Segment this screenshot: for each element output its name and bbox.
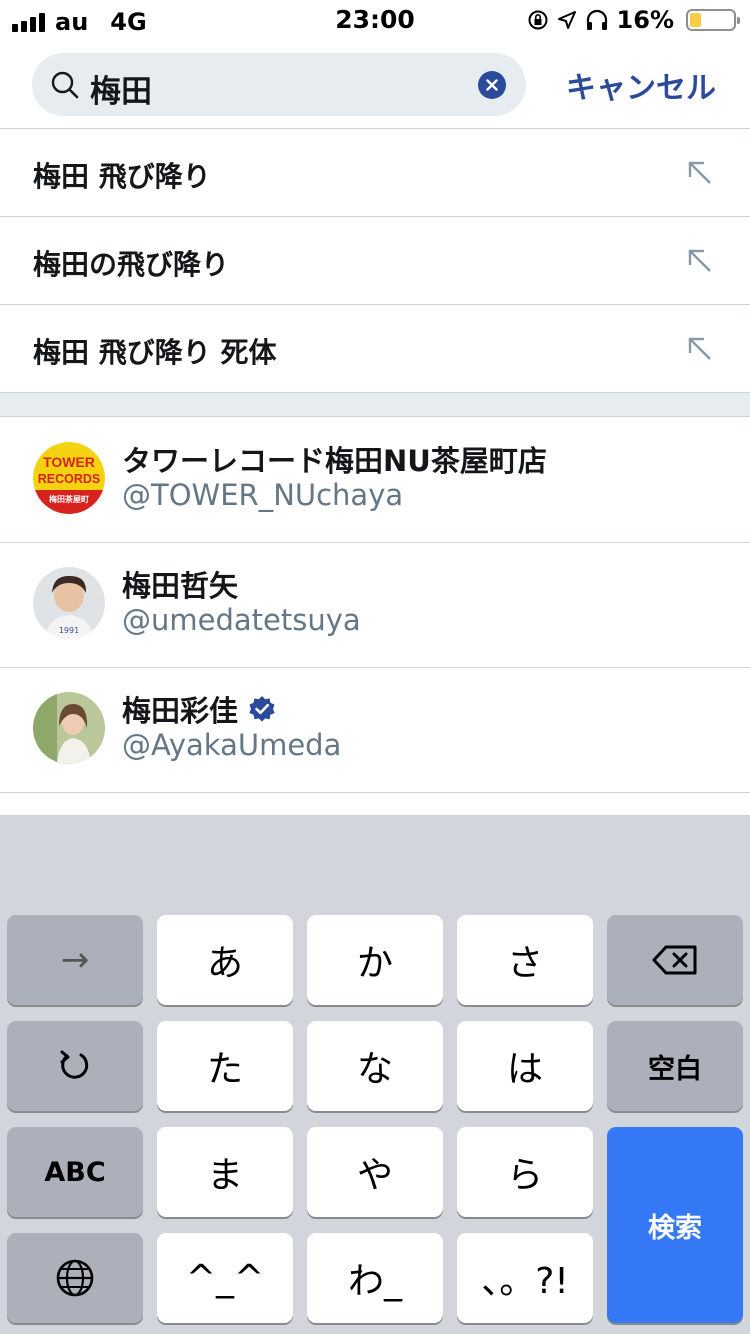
key-label: 検索 [648, 1212, 702, 1244]
space-key[interactable]: 空白 [607, 1021, 743, 1111]
arrow-key-label: → [60, 940, 90, 980]
status-bar: au 4G 23:00 16% [0, 0, 750, 40]
orientation-lock-icon [528, 10, 548, 30]
svg-text:1991: 1991 [59, 626, 79, 635]
search-key[interactable]: 検索 [607, 1127, 743, 1323]
avatar[interactable] [33, 692, 105, 764]
key-ya[interactable]: や [307, 1127, 443, 1217]
arrow-key[interactable]: → [7, 915, 143, 1005]
globe-key[interactable] [7, 1233, 143, 1323]
key-label: ABC [44, 1156, 106, 1188]
battery-icon [686, 9, 740, 31]
search-input[interactable]: 梅田 [32, 53, 526, 116]
tower-records-logo: TOWER RECORDS 梅田茶屋町 [33, 442, 105, 514]
user-result-row[interactable]: 1991 梅田哲矢 @umedatetsuya [0, 543, 750, 668]
user-result-row[interactable]: 梅田彩佳 @AyakaUmeda [0, 668, 750, 793]
user-handle: @umedatetsuya [122, 603, 361, 637]
suggestion-item[interactable]: 梅田 飛び降り [0, 129, 750, 217]
undo-icon [60, 1050, 89, 1079]
undo-key[interactable] [7, 1021, 143, 1111]
fill-query-arrow-icon[interactable] [686, 335, 714, 363]
avatar-photo: 1991 [33, 567, 105, 639]
close-icon [486, 79, 498, 91]
key-label: や [356, 1155, 393, 1196]
user-result-row[interactable]: TOWER RECORDS 梅田茶屋町 タワーレコード梅田NU茶屋町店 @TOW… [0, 418, 750, 543]
search-icon [51, 71, 79, 99]
suggestion-item[interactable]: 梅田 飛び降り 死体 [0, 305, 750, 393]
key-na[interactable]: な [307, 1021, 443, 1111]
globe-icon [56, 1259, 94, 1297]
key-label: さ [506, 943, 543, 984]
key-ka[interactable]: か [307, 915, 443, 1005]
user-display-name: 梅田彩佳 [122, 688, 276, 730]
svg-text:梅田茶屋町: 梅田茶屋町 [49, 494, 89, 504]
avatar[interactable]: TOWER RECORDS 梅田茶屋町 [33, 442, 105, 514]
suggestion-item[interactable]: 梅田の飛び降り [0, 217, 750, 305]
clear-search-button[interactable] [478, 71, 506, 99]
svg-text:TOWER: TOWER [43, 454, 95, 470]
key-sa[interactable]: さ [457, 915, 593, 1005]
search-query[interactable]: 梅田 [90, 66, 152, 111]
suggestion-text: 梅田 飛び降り 死体 [33, 336, 277, 369]
key-label: は [506, 1049, 543, 1090]
status-right: 16% [527, 6, 740, 34]
key-ra[interactable]: ら [457, 1127, 593, 1217]
key-label: な [356, 1049, 393, 1090]
section-separator [0, 393, 750, 417]
user-handle: @TOWER_NUchaya [122, 478, 404, 512]
key-label: 空白 [648, 1053, 702, 1085]
key-label: ま [206, 1155, 243, 1196]
svg-text:RECORDS: RECORDS [38, 472, 101, 486]
delete-key[interactable] [607, 915, 743, 1005]
key-wa[interactable]: わ_ [307, 1233, 443, 1323]
avatar[interactable]: 1991 [33, 567, 105, 639]
battery-percent: 16% [616, 6, 674, 34]
key-ha[interactable]: は [457, 1021, 593, 1111]
user-display-name: 梅田哲矢 [122, 569, 239, 603]
key-ma[interactable]: ま [157, 1127, 293, 1217]
cancel-button[interactable]: キャンセル [566, 63, 716, 107]
fill-query-arrow-icon[interactable] [686, 247, 714, 275]
headphones-icon [586, 9, 607, 30]
user-results: TOWER RECORDS 梅田茶屋町 タワーレコード梅田NU茶屋町店 @TOW… [0, 418, 750, 793]
key-punctuation[interactable]: 、。?! [457, 1233, 593, 1323]
key-emoticon[interactable]: ^_^ [157, 1233, 293, 1323]
verified-badge-icon [249, 696, 275, 722]
key-a[interactable]: あ [157, 915, 293, 1005]
location-icon [557, 11, 576, 29]
user-display-name: タワーレコード梅田NU茶屋町店 [122, 444, 547, 478]
fill-query-arrow-icon[interactable] [686, 159, 714, 187]
key-label: ^_^ [185, 1257, 265, 1299]
key-label: 、。?! [481, 1261, 569, 1302]
backspace-icon [652, 945, 697, 975]
key-label: あ [206, 943, 243, 984]
search-suggestions: 梅田 飛び降り 梅田の飛び降り 梅田 飛び降り 死体 [0, 129, 750, 393]
avatar-photo [33, 692, 105, 764]
key-label: た [206, 1049, 243, 1090]
key-label: か [356, 943, 393, 984]
suggestion-text: 梅田の飛び降り [33, 248, 230, 281]
keyboard: → あ か さ た な は 空白 ABC ま や ら 検索 ^_^ わ_ 、。?… [0, 815, 750, 1334]
key-ta[interactable]: た [157, 1021, 293, 1111]
key-label: ら [506, 1155, 543, 1196]
user-display-name-text: 梅田彩佳 [122, 694, 239, 728]
key-label: わ_ [347, 1261, 402, 1302]
abc-key[interactable]: ABC [7, 1127, 143, 1217]
suggestion-text: 梅田 飛び降り [33, 160, 211, 193]
user-handle: @AyakaUmeda [122, 728, 342, 762]
